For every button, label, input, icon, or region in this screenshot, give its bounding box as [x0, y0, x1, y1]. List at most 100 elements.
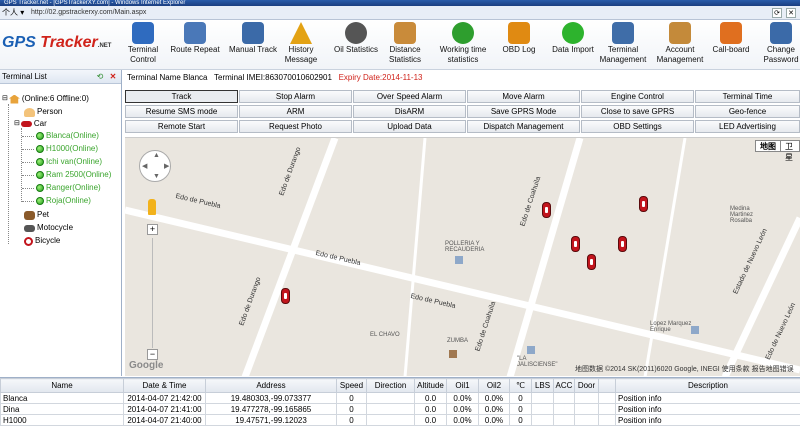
- url-field[interactable]: http://02.gpstrackerxy.com/Main.aspx: [28, 7, 149, 18]
- command-led-advertising-button[interactable]: LED Advertising: [695, 120, 800, 133]
- column-header[interactable]: Address: [206, 379, 337, 393]
- map-type-satellite-button[interactable]: 卫星: [780, 140, 800, 152]
- column-header[interactable]: Description: [616, 379, 800, 393]
- tree-item-vehicle[interactable]: Ichi van(Online): [36, 156, 102, 168]
- tree-group-bicycle[interactable]: Bicycle: [24, 235, 60, 247]
- command-dispatch-management-button[interactable]: Dispatch Management: [467, 120, 580, 133]
- command-upload-data-button[interactable]: Upload Data: [353, 120, 466, 133]
- command-resume-sms-mode-button[interactable]: Resume SMS mode: [125, 105, 238, 118]
- tree-group-car[interactable]: ⊟ Car: [14, 118, 47, 130]
- column-header[interactable]: ℃: [510, 379, 532, 393]
- change-password-button[interactable]: Change Password: [752, 20, 800, 70]
- command-save-gprs-mode-button[interactable]: Save GPRS Mode: [467, 105, 580, 118]
- table-row[interactable]: Dina2014-04-07 21:41:0019.477278,-99.165…: [1, 404, 800, 415]
- command-move-alarm-button[interactable]: Move Alarm: [467, 90, 580, 103]
- vehicle-marker[interactable]: [587, 254, 596, 270]
- column-header[interactable]: Date & Time: [124, 379, 206, 393]
- command-remote-start-button[interactable]: Remote Start: [125, 120, 238, 133]
- stop-icon[interactable]: ✕: [786, 8, 796, 18]
- tree-item-vehicle[interactable]: Ram 2500(Online): [36, 169, 111, 181]
- command-engine-control-button[interactable]: Engine Control: [581, 90, 694, 103]
- column-header[interactable]: Direction: [367, 379, 415, 393]
- terminal-control-button[interactable]: Terminal Control: [114, 20, 172, 70]
- command-stop-alarm-button[interactable]: Stop Alarm: [239, 90, 352, 103]
- tree-group-motocycle[interactable]: Motocycle: [24, 222, 73, 234]
- terminal-sidebar: Terminal List ⟲ ✕ ⊟ (Online:6 Offline:0)…: [0, 70, 122, 376]
- obd-log-button[interactable]: OBD Log: [490, 20, 548, 70]
- history-message-button[interactable]: History Message: [272, 20, 330, 70]
- tree-root[interactable]: ⊟ (Online:6 Offline:0): [2, 93, 89, 105]
- gauge-icon: [345, 22, 367, 44]
- command-terminal-time-button[interactable]: Terminal Time: [695, 90, 800, 103]
- table-cell: 0: [337, 393, 367, 404]
- column-header[interactable]: Altitude: [415, 379, 447, 393]
- column-header[interactable]: [599, 379, 616, 393]
- command-close-to-save-gprs-button[interactable]: Close to save GPRS: [581, 105, 694, 118]
- expiry-date: Expiry Date:2014-11-13: [339, 73, 423, 82]
- command-disarm-button[interactable]: DisARM: [353, 105, 466, 118]
- street-view-pegman-icon[interactable]: [148, 199, 156, 215]
- column-header[interactable]: LBS: [532, 379, 554, 393]
- column-header[interactable]: ACC: [554, 379, 575, 393]
- command-arm-button[interactable]: ARM: [239, 105, 352, 118]
- tree-group-person[interactable]: Person: [24, 106, 62, 118]
- pan-control[interactable]: ▲▼ ◀▶: [139, 150, 171, 182]
- favorites-menu[interactable]: 个人 ▾: [0, 7, 28, 18]
- place-label: Medina Martinez Rosalba: [730, 206, 770, 224]
- distance-statistics-button[interactable]: Distance Statistics: [376, 20, 434, 70]
- zoom-out-button[interactable]: −: [147, 349, 158, 360]
- refresh-icon[interactable]: ⟳: [772, 8, 782, 18]
- zoom-in-button[interactable]: +: [147, 224, 158, 235]
- sidebar-title: Terminal List: [2, 72, 95, 81]
- vehicle-label: Ranger(Online): [46, 182, 101, 194]
- zoom-slider[interactable]: [152, 238, 153, 348]
- command-obd-settings-button[interactable]: OBD Settings: [581, 120, 694, 133]
- command-request-photo-button[interactable]: Request Photo: [239, 120, 352, 133]
- toolbar-label: Terminal Management: [594, 45, 652, 65]
- account-management-button[interactable]: Account Management: [651, 20, 709, 70]
- place-label: ZUMBA: [447, 338, 468, 344]
- toolbar-label: History Message: [272, 45, 330, 65]
- table-cell: 0.0%: [447, 393, 479, 404]
- main-toolbar: GPS Tracker.NET Terminal ControlRoute Re…: [0, 20, 800, 70]
- tree-item-vehicle[interactable]: Ranger(Online): [36, 182, 101, 194]
- vehicle-label: Ichi van(Online): [46, 156, 102, 168]
- command-over-speed-alarm-button[interactable]: Over Speed Alarm: [353, 90, 466, 103]
- working-time-button[interactable]: Working time statistics: [434, 20, 492, 70]
- table-cell: [367, 404, 415, 415]
- motorcycle-icon: [24, 225, 35, 232]
- table-cell: [532, 404, 554, 415]
- table-cell: [599, 404, 616, 415]
- vehicle-marker[interactable]: [542, 202, 551, 218]
- vehicle-marker[interactable]: [639, 196, 648, 212]
- online-status-icon: [36, 171, 44, 179]
- tree-item-vehicle[interactable]: H1000(Online): [36, 143, 98, 155]
- column-header[interactable]: Oil1: [447, 379, 479, 393]
- column-header[interactable]: Oil2: [479, 379, 510, 393]
- tree-item-vehicle[interactable]: Blanca(Online): [36, 130, 99, 142]
- online-status-icon: [36, 184, 44, 192]
- tree-item-vehicle[interactable]: Roja(Online): [36, 195, 91, 207]
- map-view[interactable]: Edo de Puebla Edo de Puebla Edo de Puebl…: [125, 137, 800, 376]
- vehicle-marker[interactable]: [281, 288, 290, 304]
- command-track-button[interactable]: Track: [125, 90, 238, 103]
- group-label: Bicycle: [35, 235, 60, 247]
- column-header[interactable]: Door: [575, 379, 599, 393]
- imei-label: Terminal IMEI:: [214, 73, 265, 82]
- table-cell: 0: [510, 393, 532, 404]
- map-type-map-button[interactable]: 地图: [755, 140, 781, 152]
- person-icon: [24, 108, 35, 117]
- command-geo-fence-button[interactable]: Geo-fence: [695, 105, 800, 118]
- route-repeat-button[interactable]: Route Repeat: [166, 20, 224, 70]
- terminal-management-button[interactable]: Terminal Management: [594, 20, 652, 70]
- tree-group-pet[interactable]: Pet: [24, 209, 49, 221]
- refresh-list-icon[interactable]: ⟲: [95, 72, 105, 82]
- column-header[interactable]: Name: [1, 379, 124, 393]
- close-icon[interactable]: ✕: [108, 72, 118, 82]
- vehicle-marker[interactable]: [571, 236, 580, 252]
- table-row[interactable]: Blanca2014-04-07 21:42:0019.480303,-99.0…: [1, 393, 800, 404]
- table-cell: 2014-04-07 21:41:00: [124, 404, 206, 415]
- radiation-icon: [452, 22, 474, 44]
- column-header[interactable]: Speed: [337, 379, 367, 393]
- vehicle-marker[interactable]: [618, 236, 627, 252]
